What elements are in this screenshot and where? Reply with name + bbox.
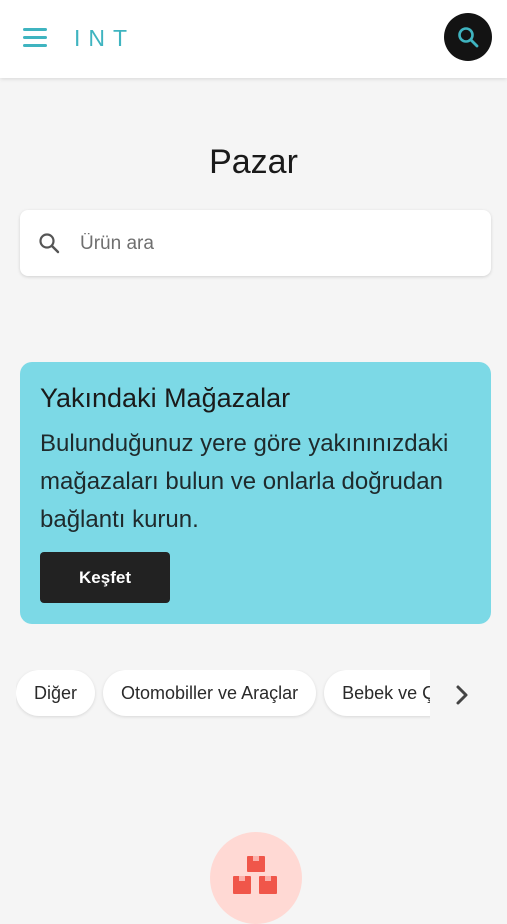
empty-state-illustration bbox=[210, 832, 302, 924]
hamburger-menu-icon[interactable] bbox=[23, 28, 47, 48]
category-chip-other[interactable]: Diğer bbox=[16, 670, 96, 716]
category-chip-baby-kids[interactable]: Bebek ve Çocuk bbox=[324, 670, 430, 716]
chevron-right-icon[interactable] bbox=[448, 681, 476, 709]
app-header: INT bbox=[0, 0, 507, 78]
category-chips-track[interactable]: DiğerOtomobiller ve AraçlarBebek ve Çocu… bbox=[16, 670, 430, 720]
brand-logo: INT bbox=[74, 25, 136, 51]
search-icon bbox=[39, 233, 60, 254]
product-search-box[interactable] bbox=[20, 210, 491, 276]
promo-description: Bulunduğunuz yere göre yakınınızdaki mağ… bbox=[40, 430, 449, 533]
page-title: Pazar bbox=[209, 143, 298, 181]
product-search-input[interactable] bbox=[78, 227, 482, 261]
header-search-button[interactable] bbox=[444, 13, 492, 61]
explore-button[interactable]: Keşfet bbox=[40, 552, 170, 603]
nearby-stores-card: Yakındaki Mağazalar Bulunduğunuz yere gö… bbox=[20, 362, 491, 624]
category-chips: DiğerOtomobiller ve AraçlarBebek ve Çocu… bbox=[0, 670, 507, 720]
boxes-icon bbox=[233, 856, 277, 894]
search-icon bbox=[458, 27, 479, 48]
category-chip-automobiles[interactable]: Otomobiller ve Araçlar bbox=[103, 670, 317, 716]
promo-title: Yakındaki Mağazalar bbox=[40, 383, 291, 413]
